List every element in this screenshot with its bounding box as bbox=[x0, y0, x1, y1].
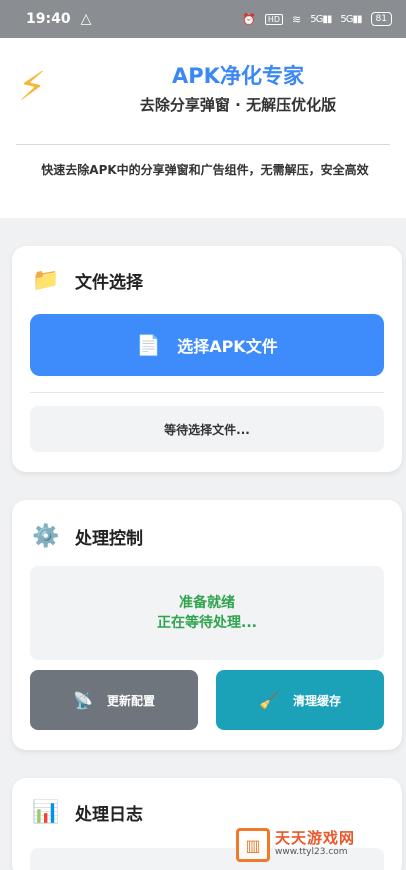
update-config-label: 更新配置 bbox=[106, 693, 155, 708]
watermark: ▥ 天天游戏网 www.ttyl23.com bbox=[236, 828, 355, 862]
app-header: ⚡ APK净化专家 去除分享弹窗 · 无解压优化版 快速去除APK中的分享弹窗和… bbox=[0, 38, 406, 218]
app-triangle-icon: △ bbox=[80, 11, 92, 27]
select-apk-button[interactable]: 📄 选择APK文件 bbox=[30, 314, 384, 376]
update-config-button[interactable]: 📡 更新配置 bbox=[30, 670, 198, 730]
process-control-card: ⚙️ 处理控制 准备就绪 正在等待处理... 📡 更新配置 🧹 清理缓存 bbox=[12, 500, 402, 750]
file-select-card: 📁 文件选择 📄 选择APK文件 等待选择文件... bbox=[12, 246, 402, 472]
watermark-logo-icon: ▥ bbox=[236, 828, 270, 862]
gear-icon: ⚙️ bbox=[32, 524, 60, 549]
watermark-url: www.ttyl23.com bbox=[275, 847, 348, 857]
status-ready: 准备就绪 bbox=[179, 595, 235, 611]
bar-chart-icon: 📊 bbox=[32, 800, 60, 825]
hd-badge: HD bbox=[264, 13, 284, 25]
file-status: 等待选择文件... bbox=[30, 406, 384, 452]
battery-icon: 81 bbox=[370, 12, 392, 26]
status-time: 19:40 bbox=[26, 11, 71, 27]
app-description: 快速去除APK中的分享弹窗和广告组件，无需解压，安全高效 bbox=[41, 163, 369, 177]
document-icon: 📄 bbox=[136, 333, 162, 357]
signal-icon: 5G▮▮ bbox=[310, 13, 332, 25]
app-subtitle: 去除分享弹窗 · 无解压优化版 bbox=[139, 96, 337, 114]
select-apk-label: 选择APK文件 bbox=[177, 337, 278, 356]
wifi-icon: ≋ bbox=[292, 12, 302, 26]
broom-icon: 🧹 bbox=[259, 690, 279, 710]
header-divider bbox=[16, 144, 390, 145]
file-select-header: 📁 文件选择 bbox=[32, 268, 143, 293]
app-title: APK净化专家 bbox=[172, 64, 304, 88]
status-waiting: 正在等待处理... bbox=[157, 615, 257, 631]
file-card-divider bbox=[30, 392, 384, 393]
process-status-box: 准备就绪 正在等待处理... bbox=[30, 566, 384, 660]
status-icons: ⏰ HD ≋ 5G▮▮ 5G▮▮ 81 bbox=[242, 12, 392, 26]
process-control-title: 处理控制 bbox=[75, 529, 143, 549]
file-select-title: 文件选择 bbox=[75, 273, 143, 293]
folder-icon: 📁 bbox=[32, 268, 60, 293]
clear-cache-label: 清理缓存 bbox=[292, 693, 341, 708]
satellite-icon: 📡 bbox=[73, 690, 93, 710]
watermark-name: 天天游戏网 bbox=[275, 829, 356, 847]
lightning-icon: ⚡ bbox=[18, 64, 47, 110]
clear-cache-button[interactable]: 🧹 清理缓存 bbox=[216, 670, 384, 730]
signal-icon-2: 5G▮▮ bbox=[340, 13, 362, 25]
status-bar: 19:40 △ ⏰ HD ≋ 5G▮▮ 5G▮▮ 81 bbox=[0, 0, 406, 38]
process-log-title: 处理日志 bbox=[75, 805, 143, 825]
process-control-header: ⚙️ 处理控制 bbox=[32, 524, 143, 549]
alarm-icon: ⏰ bbox=[242, 12, 256, 26]
process-log-header: 📊 处理日志 bbox=[32, 800, 143, 825]
